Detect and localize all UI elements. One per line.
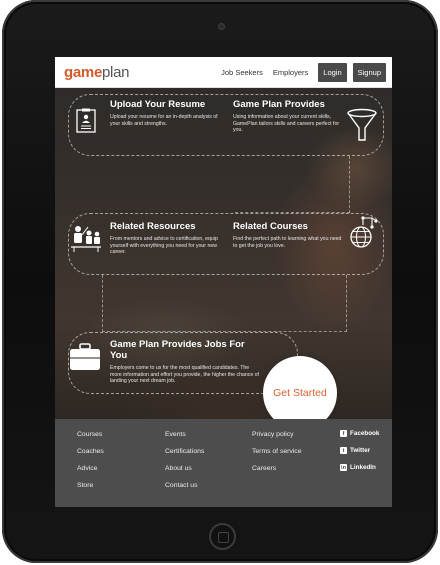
- funnel-icon: [346, 108, 378, 149]
- feature-game-plan-provides: Game Plan Provides Using information abo…: [233, 99, 345, 134]
- footer-link-courses[interactable]: Courses: [77, 431, 102, 438]
- signup-button[interactable]: Signup: [352, 62, 386, 82]
- feature-upload-resume: Upload Your Resume Upload your resume fo…: [110, 99, 225, 127]
- feature-desc: From mentors and advice to certification…: [110, 236, 218, 256]
- camera: [218, 23, 225, 30]
- footer-link-events[interactable]: Events: [165, 431, 186, 438]
- tablet-frame: gameplan Job Seekers Employers Login Sig…: [2, 0, 438, 563]
- footer-link-contact-us[interactable]: Contact us: [165, 482, 198, 489]
- feature-title: Upload Your Resume: [110, 99, 206, 110]
- home-button[interactable]: [209, 523, 236, 550]
- screen: gameplan Job Seekers Employers Login Sig…: [55, 57, 392, 507]
- footer-link-advice[interactable]: Advice: [77, 465, 97, 472]
- feature-title: Game Plan Provides Jobs For You: [110, 339, 245, 361]
- footer-link-privacy-policy[interactable]: Privacy policy: [252, 431, 294, 438]
- feature-desc: Upload your resume for an in-depth analy…: [110, 114, 218, 127]
- feature-related-courses: Related Courses Find the perfect path to…: [233, 221, 345, 249]
- linkedin-icon: in: [340, 464, 347, 471]
- twitter-icon: t: [340, 447, 347, 454]
- globe-icon: [346, 213, 380, 256]
- flow-connector-3: [102, 275, 347, 332]
- footer-link-store[interactable]: Store: [77, 482, 93, 489]
- login-button[interactable]: Login: [318, 62, 347, 82]
- resume-icon: [75, 108, 97, 139]
- social-linkedin[interactable]: in LinkedIn: [340, 464, 376, 471]
- feature-desc: Using information about your current ski…: [233, 114, 340, 134]
- site-footer: Courses Coaches Advice Store Events Cert…: [55, 419, 392, 507]
- facebook-icon: f: [340, 430, 347, 437]
- footer-link-certifications[interactable]: Certifications: [165, 448, 204, 455]
- feature-related-resources: Related Resources From mentors and advic…: [110, 221, 228, 256]
- flow-connector-2: [349, 156, 350, 213]
- feature-desc: Find the perfect path to learning what y…: [233, 236, 342, 249]
- people-icon: [69, 222, 103, 257]
- footer-link-about-us[interactable]: About us: [165, 465, 192, 472]
- site-header: gameplan Job Seekers Employers Login Sig…: [55, 57, 392, 88]
- footer-link-careers[interactable]: Careers: [252, 465, 276, 472]
- top-nav: Job Seekers Employers Login Signup: [221, 62, 386, 82]
- flow-connector-1: [235, 156, 350, 213]
- feature-title: Related Resources: [110, 221, 196, 232]
- footer-link-coaches[interactable]: Coaches: [77, 448, 104, 455]
- footer-link-terms-of-service[interactable]: Terms of service: [252, 448, 301, 455]
- feature-jobs-for-you: Game Plan Provides Jobs For You Employer…: [110, 339, 260, 385]
- social-facebook[interactable]: f Facebook: [340, 430, 379, 437]
- feature-title: Related Courses: [233, 221, 308, 232]
- feature-title: Game Plan Provides: [233, 99, 325, 110]
- nav-job-seekers[interactable]: Job Seekers: [221, 68, 263, 77]
- hero-section: Upload Your Resume Upload your resume fo…: [55, 88, 392, 430]
- gameplan-logo[interactable]: gameplan: [64, 64, 129, 81]
- feature-desc: Employers come to us for the most qualif…: [110, 365, 259, 385]
- nav-employers[interactable]: Employers: [273, 68, 308, 77]
- social-twitter[interactable]: t Twitter: [340, 447, 370, 454]
- briefcase-icon: [69, 342, 101, 377]
